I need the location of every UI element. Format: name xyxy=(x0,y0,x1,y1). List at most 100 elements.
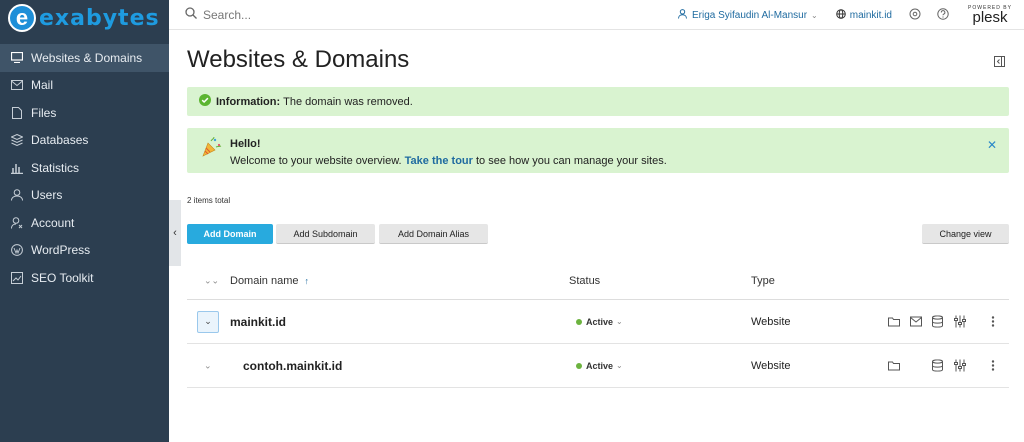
column-header-status: Status xyxy=(569,274,601,287)
mail-icon[interactable] xyxy=(909,315,922,328)
row-expand-button[interactable]: ⌄ xyxy=(204,360,212,371)
topbar: Eriga Syifaudin Al-Mansur ⌄ mainkit.id P… xyxy=(169,0,1024,30)
status-dropdown[interactable]: Active ⌄ xyxy=(576,361,623,371)
sidebar-nav: Websites & Domains Mail Files Databases … xyxy=(0,44,169,292)
domain-name-header-label: Domain name xyxy=(230,274,299,287)
domain-name: mainkit.id xyxy=(849,9,892,21)
chevron-left-icon: ‹ xyxy=(173,227,177,239)
database-icon[interactable] xyxy=(931,315,944,328)
chevron-down-icon: ⌄ xyxy=(616,361,623,370)
row-actions xyxy=(887,315,999,328)
hello-text: Welcome to your website overview. Take t… xyxy=(230,155,667,167)
hello-message: Hello! Welcome to your website overview.… xyxy=(187,128,1009,173)
folder-icon[interactable] xyxy=(887,315,900,328)
add-subdomain-button[interactable]: Add Subdomain xyxy=(276,224,375,244)
sidebar-item-files[interactable]: Files xyxy=(0,99,169,127)
check-circle-icon xyxy=(199,94,211,109)
chevron-down-icon: ⌄ xyxy=(616,317,623,326)
sidebar-item-label: Users xyxy=(31,188,63,203)
column-header-domain-name[interactable]: Domain name ↑ xyxy=(230,275,309,287)
status-dot xyxy=(576,318,582,325)
add-domain-button[interactable]: Add Domain xyxy=(187,224,273,244)
sidebar-item-label: WordPress xyxy=(31,243,91,258)
add-domain-alias-button[interactable]: Add Domain Alias xyxy=(379,224,488,244)
search-icon xyxy=(185,7,197,22)
sidebar-collapse-button[interactable]: ‹ xyxy=(169,200,181,266)
bar-chart-icon xyxy=(10,161,24,175)
user-icon xyxy=(677,8,687,22)
chevron-down-icon: ⌄ xyxy=(811,10,818,20)
sidebar-item-account[interactable]: Account xyxy=(0,209,169,237)
puzzle-icon xyxy=(909,8,921,23)
topbar-right: Eriga Syifaudin Al-Mansur ⌄ mainkit.id P… xyxy=(677,0,1024,30)
double-chevron-down-icon: ⌄⌄ xyxy=(204,275,220,285)
sidebar-item-mail[interactable]: Mail xyxy=(0,72,169,100)
folder-icon[interactable] xyxy=(887,359,900,372)
database-icon[interactable] xyxy=(931,359,944,372)
user-menu[interactable]: Eriga Syifaudin Al-Mansur ⌄ xyxy=(677,8,818,22)
settings-sliders-icon[interactable] xyxy=(953,359,966,372)
sort-arrow-icon: ↑ xyxy=(304,275,310,286)
info-text: The domain was removed. xyxy=(283,95,413,108)
sidebar-item-label: Databases xyxy=(31,133,89,148)
file-icon xyxy=(10,106,24,120)
sidebar-item-websites-domains[interactable]: Websites & Domains xyxy=(0,44,169,72)
close-icon[interactable]: ✕ xyxy=(987,138,997,152)
hello-title: Hello! xyxy=(230,138,261,150)
chevron-down-icon: ⌄ xyxy=(204,316,212,326)
status-dropdown[interactable]: Active ⌄ xyxy=(576,317,623,327)
info-label: Information: xyxy=(216,95,281,108)
domain-name-link[interactable]: mainkit.id xyxy=(230,315,286,329)
expand-all-toggle[interactable]: ⌄⌄ xyxy=(204,275,219,286)
wordpress-icon xyxy=(10,243,24,257)
more-vertical-icon[interactable] xyxy=(986,315,999,328)
plesk-logo[interactable]: POWERED BY plesk xyxy=(964,5,1016,25)
domain-type: Website xyxy=(751,315,791,328)
hello-text-after: to see how you can manage your sites. xyxy=(475,155,667,167)
help-button[interactable] xyxy=(936,7,950,22)
database-icon xyxy=(10,133,24,147)
sidebar-item-seo-toolkit[interactable]: SEO Toolkit xyxy=(0,264,169,292)
hello-text-before: Welcome to your website overview. xyxy=(230,155,402,167)
extensions-button[interactable] xyxy=(908,8,922,22)
table-row: ⌄ mainkit.id Active ⌄ Website xyxy=(187,300,1009,344)
page-title: Websites & Domains xyxy=(187,46,410,73)
domain-type: Website xyxy=(751,359,791,372)
globe-icon xyxy=(835,8,846,22)
domain-switcher[interactable]: mainkit.id xyxy=(835,8,892,22)
sidebar-item-statistics[interactable]: Statistics xyxy=(0,154,169,182)
seo-chart-icon xyxy=(10,271,24,285)
sidebar-item-label: Websites & Domains xyxy=(31,50,143,65)
more-vertical-icon[interactable] xyxy=(986,359,999,372)
sidebar-item-label: SEO Toolkit xyxy=(31,270,94,285)
status-label: Active xyxy=(586,360,614,371)
row-expand-button[interactable]: ⌄ xyxy=(197,310,219,333)
chevron-down-icon: ⌄ xyxy=(204,360,212,370)
status-label: Active xyxy=(586,316,614,327)
sidebar: e exabytes Websites & Domains Mail Files… xyxy=(0,0,169,442)
party-popper-icon xyxy=(200,136,222,158)
search-input[interactable] xyxy=(203,7,503,22)
items-total: 2 items total xyxy=(187,196,231,205)
settings-sliders-icon[interactable] xyxy=(953,315,966,328)
search-box xyxy=(185,7,625,22)
sidebar-item-label: Statistics xyxy=(31,160,80,175)
brand-name: exabytes xyxy=(39,5,160,31)
sidebar-toggle-icon xyxy=(994,56,1005,70)
monitor-icon xyxy=(10,51,24,65)
change-view-button[interactable]: Change view xyxy=(922,224,1009,244)
user-name: Eriga Syifaudin Al-Mansur xyxy=(691,9,808,21)
sidebar-item-label: Files xyxy=(31,105,57,120)
account-icon xyxy=(10,216,24,230)
domain-name-link[interactable]: contoh.mainkit.id xyxy=(243,359,342,373)
panel-toggle-button[interactable] xyxy=(994,56,1005,67)
row-actions xyxy=(887,359,999,372)
brand-logo[interactable]: e exabytes xyxy=(0,0,169,36)
user-icon xyxy=(10,188,24,202)
take-the-tour-link[interactable]: Take the tour xyxy=(405,155,473,167)
sidebar-item-label: Mail xyxy=(31,78,54,93)
logo-e-icon: e xyxy=(8,4,36,32)
sidebar-item-databases[interactable]: Databases xyxy=(0,127,169,155)
sidebar-item-users[interactable]: Users xyxy=(0,182,169,210)
sidebar-item-wordpress[interactable]: WordPress xyxy=(0,237,169,265)
